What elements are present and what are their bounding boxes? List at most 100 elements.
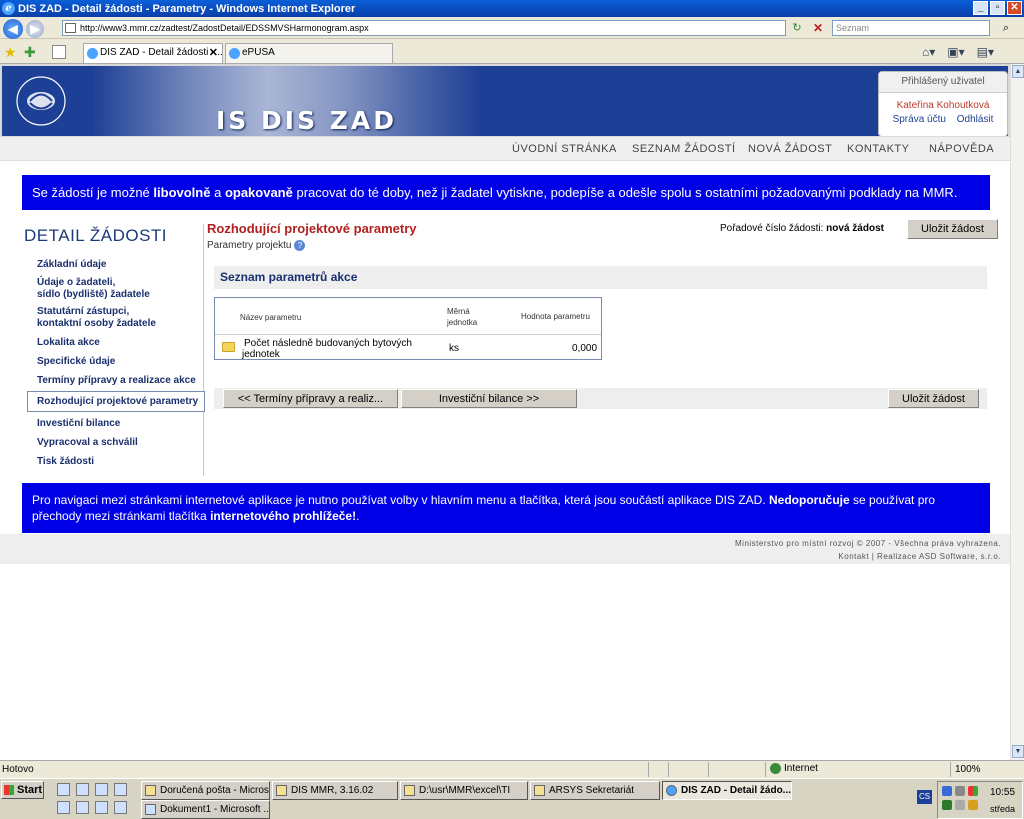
menu-requests-list[interactable]: SEZNAM ŽÁDOSTÍ	[632, 143, 736, 155]
sidebar-item-applicant-seat[interactable]: sídlo (bydliště) žadatele	[37, 289, 150, 301]
language-indicator[interactable]: CS	[917, 790, 932, 804]
scroll-up-icon[interactable]: ▲	[1012, 65, 1024, 78]
menu-contacts[interactable]: KONTAKTY	[847, 143, 909, 155]
minimize-button[interactable]: _	[973, 1, 988, 15]
status-separator	[950, 762, 951, 777]
forward-button[interactable]: ▶	[26, 20, 44, 38]
outlook-icon	[145, 785, 156, 796]
sidebar-item-prepared-by[interactable]: Vypracoval a schválil	[37, 437, 138, 449]
info-bold: opakovaně	[224, 185, 293, 200]
sidebar-item-print[interactable]: Tisk žádosti	[37, 456, 94, 468]
info-text: Se žádostí je možné	[32, 185, 154, 200]
next-step-button[interactable]: Investiční bilance >>	[401, 389, 577, 408]
ie-icon: e	[2, 2, 15, 15]
sidebar-item-investment[interactable]: Investiční bilance	[37, 418, 120, 430]
ie-tab-icon	[229, 48, 240, 59]
web-page: IS DIS ZAD Přihlášený uživatel Kateřina …	[0, 64, 1010, 760]
address-toolbar: ◀ ▶ http://www3.mmr.cz/zadtest/ZadostDet…	[0, 17, 1024, 39]
sidebar-item-schedule[interactable]: Termíny přípravy a realizace akce	[37, 375, 196, 387]
zoom-level[interactable]: 100%	[955, 764, 981, 775]
prev-step-button[interactable]: << Termíny přípravy a realiz...	[223, 389, 398, 408]
footer-links[interactable]: Kontakt | Realizace ASD Software, s.r.o.	[838, 552, 1001, 561]
account-link[interactable]: Správa účtu	[893, 114, 946, 125]
weekday: středa	[990, 804, 1016, 814]
quicklaunch-icon[interactable]	[57, 783, 70, 796]
tab-epusa[interactable]: ePUSA	[225, 43, 393, 63]
address-input[interactable]: http://www3.mmr.cz/zadtest/ZadostDetail/…	[62, 20, 786, 36]
favorites-star-icon[interactable]: ★	[4, 44, 17, 61]
quicklaunch-ie-icon[interactable]	[76, 783, 89, 796]
tab-dis-zad[interactable]: DIS ZAD - Detail žádosti -... ✕	[83, 43, 223, 63]
start-button[interactable]: Start	[1, 781, 44, 799]
save-button-bottom[interactable]: Uložit žádost	[888, 389, 979, 408]
taskbar-outlook[interactable]: Doručená pošta - Micros...	[141, 781, 270, 800]
restore-button[interactable]: ▫	[990, 1, 1005, 15]
zone-label: Internet	[784, 763, 818, 775]
info-text: a	[210, 185, 225, 200]
sidebar-item-parameters[interactable]: Rozhodující projektové parametry	[27, 391, 205, 412]
open-folder-icon[interactable]	[222, 342, 235, 352]
sidebar-item-contacts[interactable]: kontaktní osoby žadatele	[37, 318, 156, 330]
sidebar-item-basic-data[interactable]: Základní údaje	[37, 259, 106, 271]
tray-icon[interactable]	[955, 786, 965, 796]
search-input[interactable]: Seznam	[832, 20, 990, 36]
home-icon[interactable]: ⌂▾	[922, 45, 935, 59]
app-icon	[276, 785, 287, 796]
close-button[interactable]: ✕	[1007, 1, 1022, 15]
search-icon[interactable]: ⌕	[993, 20, 1019, 36]
tab-label: DIS ZAD - Detail žádosti -...	[100, 47, 223, 58]
tray-icon[interactable]	[968, 786, 978, 796]
quicklaunch-media-icon[interactable]	[95, 801, 108, 814]
taskbar-arsys[interactable]: ARSYS Sekretariát	[530, 781, 660, 800]
banner: IS DIS ZAD Přihlášený uživatel Kateřina …	[2, 66, 1008, 136]
sidebar-item-applicant[interactable]: Údaje o žadateli,	[37, 277, 115, 289]
windows-taskbar: Start Doručená pošta - Micros... DIS MMR…	[0, 778, 1024, 819]
print-icon[interactable]: ▤▾	[977, 45, 994, 59]
subtitle-text: Parametry projektu	[207, 240, 292, 252]
warning-bold: Nedoporučuje	[769, 493, 850, 507]
quick-tabs-icon[interactable]	[52, 45, 66, 59]
taskbar-folder[interactable]: D:\usr\MMR\excel\TI	[400, 781, 528, 800]
status-separator	[648, 762, 649, 777]
status-separator	[668, 762, 669, 777]
sidebar-item-specific[interactable]: Specifické údaje	[37, 356, 115, 368]
page-subtitle: Parametry projektu?	[207, 240, 306, 252]
taskbar-word[interactable]: Dokument1 - Microsoft ...	[141, 800, 270, 819]
tray-icon[interactable]	[968, 800, 978, 810]
tray-icon[interactable]	[955, 800, 965, 810]
quicklaunch-word-icon[interactable]	[76, 801, 89, 814]
add-favorite-icon[interactable]: ✚	[24, 44, 36, 61]
help-icon[interactable]: ?	[294, 240, 306, 251]
logout-link[interactable]: Odhlásit	[957, 114, 994, 125]
ie-icon	[666, 785, 677, 796]
sidebar: DETAIL ŽÁDOSTI Základní údaje Údaje o ža…	[22, 224, 205, 476]
stop-icon[interactable]: ✕	[810, 20, 826, 36]
scroll-down-icon[interactable]: ▼	[1012, 745, 1024, 758]
taskbar-dis-zad[interactable]: DIS ZAD - Detail žádo...	[662, 781, 792, 800]
taskbar-label: ARSYS Sekretariát	[549, 785, 635, 796]
info-banner: Se žádostí je možné libovolně a opakovan…	[22, 175, 990, 210]
quicklaunch-folder-icon[interactable]	[95, 783, 108, 796]
list-title: Seznam parametrů akce	[214, 266, 987, 289]
tray-icon[interactable]	[942, 786, 952, 796]
sidebar-item-location[interactable]: Lokalita akce	[37, 337, 100, 349]
quicklaunch-excel-icon[interactable]	[57, 801, 70, 814]
feeds-icon[interactable]: ▣▾	[947, 45, 964, 59]
taskbar-dis-mmr[interactable]: DIS MMR, 3.16.02	[272, 781, 398, 800]
menu-home[interactable]: ÚVODNÍ STRÁNKA	[512, 143, 617, 155]
order-value: nová žádost	[826, 223, 884, 234]
quicklaunch-calc-icon[interactable]	[114, 801, 127, 814]
quicklaunch-app-icon[interactable]	[114, 783, 127, 796]
back-button[interactable]: ◀	[3, 19, 23, 39]
menu-help[interactable]: NÁPOVĚDA	[929, 143, 994, 155]
refresh-icon[interactable]: ↻	[789, 20, 805, 36]
tab-close-icon[interactable]: ✕	[209, 44, 218, 62]
sidebar-item-representatives[interactable]: Statutární zástupci,	[37, 306, 129, 318]
vertical-scrollbar[interactable]: ▲ ▼	[1010, 64, 1024, 760]
save-button[interactable]: Uložit žádost	[907, 219, 998, 239]
page-title: Rozhodující projektové parametry	[207, 221, 417, 236]
menu-new-request[interactable]: NOVÁ ŽÁDOST	[748, 143, 832, 155]
tray-icon[interactable]	[942, 800, 952, 810]
col-header-unit-2: jednotka	[447, 318, 478, 327]
order-label: Pořadové číslo žádosti:	[720, 223, 824, 234]
